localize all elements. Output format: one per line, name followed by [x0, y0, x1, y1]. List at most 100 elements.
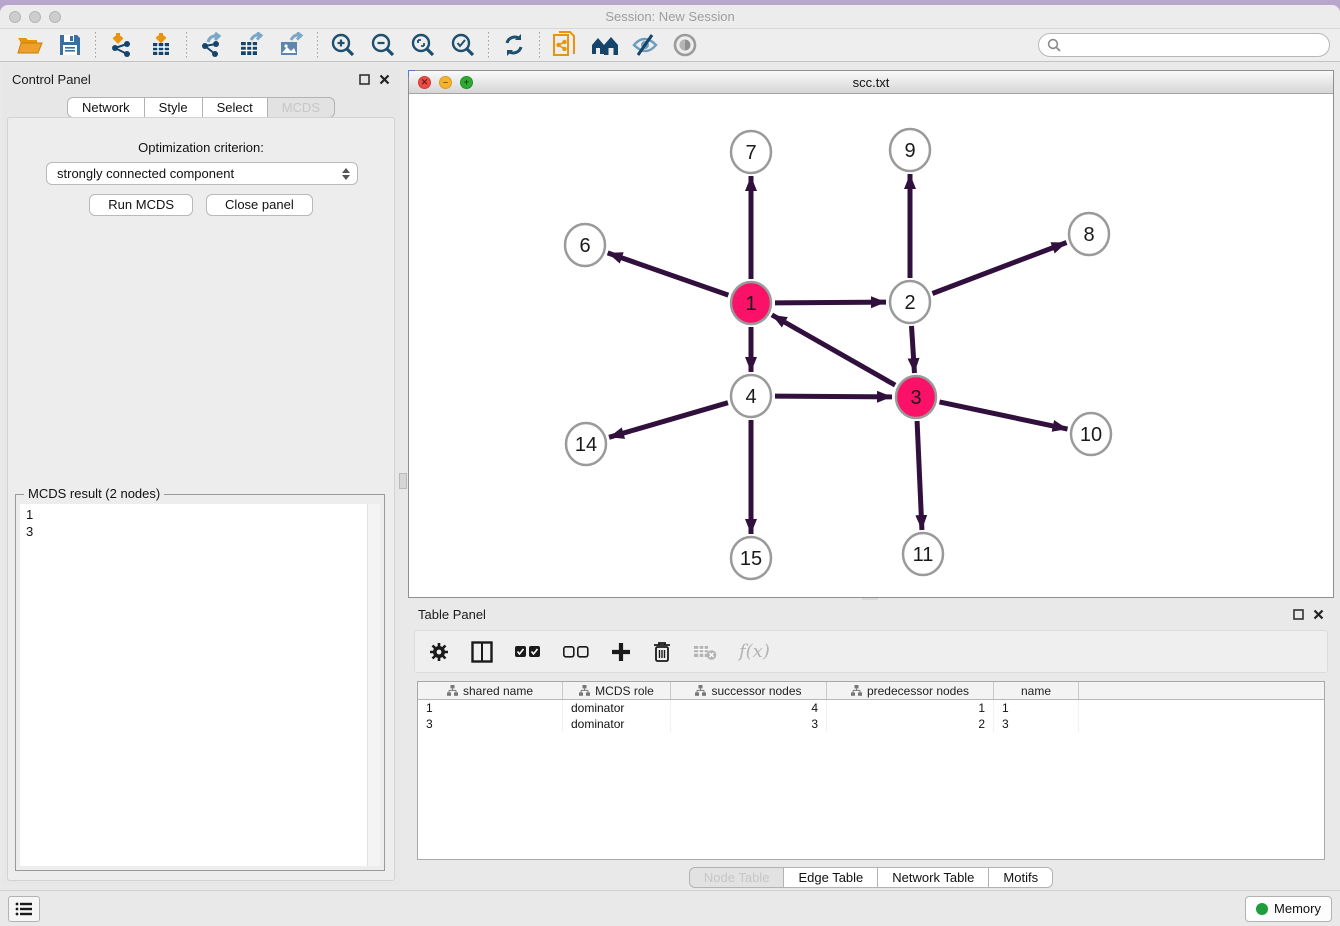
tab-select[interactable]: Select	[203, 97, 268, 118]
edge-2-3[interactable]	[912, 326, 915, 373]
graph-node-10[interactable]: 10	[1071, 413, 1111, 455]
graph-node-1[interactable]: 1	[731, 282, 771, 324]
svg-text:8: 8	[1083, 224, 1094, 246]
close-panel-button[interactable]: Close panel	[206, 194, 313, 216]
graph-node-11[interactable]: 11	[903, 533, 943, 575]
edge-1-6[interactable]	[608, 253, 729, 295]
tab-network-table[interactable]: Network Table	[878, 867, 989, 888]
tab-node-table[interactable]: Node Table	[689, 867, 785, 888]
import-table-button[interactable]	[141, 30, 181, 60]
add-icon[interactable]	[611, 642, 631, 662]
export-network-button[interactable]	[192, 30, 232, 60]
criterion-value: strongly connected component	[57, 166, 234, 181]
edge-2-8[interactable]	[932, 243, 1066, 294]
save-session-button[interactable]	[50, 30, 90, 60]
zoom-out-button[interactable]	[363, 30, 403, 60]
column-header-mcds-role[interactable]: MCDS role	[563, 682, 671, 699]
close-panel-icon[interactable]	[379, 74, 390, 85]
zoom-in-button[interactable]	[323, 30, 363, 60]
zoom-selected-button[interactable]	[443, 30, 483, 60]
float-table-panel-icon[interactable]	[1293, 609, 1304, 620]
network-window-titlebar[interactable]: scc.txt ✕ – +	[409, 71, 1333, 94]
cell-name[interactable]: 3	[994, 716, 1079, 732]
float-panel-icon[interactable]	[359, 74, 370, 85]
cell-name[interactable]: 1	[994, 700, 1079, 716]
memory-status-icon	[1256, 903, 1268, 915]
edge-3-10[interactable]	[939, 402, 1067, 429]
task-history-button[interactable]	[8, 896, 40, 922]
svg-text:3: 3	[910, 387, 921, 409]
open-session-button[interactable]	[10, 30, 50, 60]
select-all-icon[interactable]	[515, 646, 541, 658]
delete-trash-icon[interactable]	[653, 641, 671, 663]
graph-node-3[interactable]: 3	[896, 376, 936, 418]
import-table-icon	[148, 32, 174, 58]
column-header-successor-nodes[interactable]: successor nodes	[671, 682, 827, 699]
hide-details-button[interactable]	[625, 30, 665, 60]
tab-mcds[interactable]: MCDS	[268, 97, 335, 118]
table-row[interactable]: 3 dominator 3 2 3	[418, 716, 1324, 732]
graph-node-9[interactable]: 9	[890, 129, 930, 171]
refresh-button[interactable]	[494, 30, 534, 60]
result-scrollbar[interactable]	[367, 504, 380, 866]
zoom-fit-button[interactable]	[403, 30, 443, 60]
first-neighbors-button[interactable]	[585, 30, 625, 60]
column-header-shared-name[interactable]: shared name	[418, 682, 563, 699]
network-canvas[interactable]: 7 9 6 8 1 2 4 3 14 10 15 11	[409, 94, 1333, 597]
cell-mcds-role[interactable]: dominator	[563, 700, 671, 716]
clone-network-button[interactable]	[545, 30, 585, 60]
cell-mcds-role[interactable]: dominator	[563, 716, 671, 732]
column-header-predecessor-nodes[interactable]: predecessor nodes	[827, 682, 994, 699]
show-details-button[interactable]	[665, 30, 705, 60]
tab-network[interactable]: Network	[67, 97, 145, 118]
titlebar: Session: New Session	[0, 5, 1340, 28]
search-input[interactable]	[1038, 33, 1330, 57]
export-network-icon	[198, 32, 226, 58]
tab-style[interactable]: Style	[145, 97, 203, 118]
node-table[interactable]: shared name MCDS role successor nodes pr…	[417, 681, 1325, 860]
graph-node-7[interactable]: 7	[731, 131, 771, 173]
import-network-button[interactable]	[101, 30, 141, 60]
memory-button[interactable]: Memory	[1245, 896, 1332, 922]
run-mcds-button[interactable]: Run MCDS	[89, 194, 193, 216]
graph-node-6[interactable]: 6	[565, 224, 605, 266]
save-floppy-icon	[59, 34, 81, 56]
deselect-all-icon[interactable]	[563, 646, 589, 658]
cell-successor-nodes[interactable]: 3	[671, 716, 827, 732]
cell-shared-name[interactable]: 3	[418, 716, 563, 732]
tab-motifs[interactable]: Motifs	[989, 867, 1053, 888]
export-image-button[interactable]	[272, 30, 312, 60]
show-columns-icon[interactable]	[471, 641, 493, 663]
cell-predecessor-nodes[interactable]: 2	[827, 716, 994, 732]
table-settings-gear-icon[interactable]	[429, 642, 449, 662]
svg-text:9: 9	[904, 140, 915, 162]
cell-shared-name[interactable]: 1	[418, 700, 563, 716]
control-panel-tabs: Network Style Select MCDS	[2, 97, 400, 118]
app-window: Session: New Session	[0, 5, 1340, 926]
edge-1-2[interactable]	[775, 302, 886, 303]
table-row[interactable]: 1 dominator 4 1 1	[418, 700, 1324, 716]
memory-label: Memory	[1274, 901, 1321, 916]
delete-table-icon-disabled	[693, 643, 717, 661]
graph-node-8[interactable]: 8	[1069, 213, 1109, 255]
clone-network-icon	[552, 31, 578, 59]
edge-3-11[interactable]	[917, 421, 922, 530]
criterion-dropdown[interactable]: strongly connected component	[46, 162, 358, 185]
export-table-button[interactable]	[232, 30, 272, 60]
graph-node-15[interactable]: 15	[731, 537, 771, 579]
column-header-name[interactable]: name	[994, 682, 1079, 699]
graph-node-2[interactable]: 2	[890, 281, 930, 323]
graph-node-4[interactable]: 4	[731, 375, 771, 417]
cell-predecessor-nodes[interactable]: 1	[827, 700, 994, 716]
mcds-result-textarea[interactable]: 1 3	[20, 504, 380, 866]
graph-node-14[interactable]: 14	[566, 423, 606, 465]
close-table-panel-icon[interactable]	[1313, 609, 1324, 620]
window-title: Session: New Session	[0, 9, 1340, 24]
edge-4-14[interactable]	[609, 403, 728, 438]
edge-3-1[interactable]	[772, 315, 895, 385]
cell-successor-nodes[interactable]: 4	[671, 700, 827, 716]
tab-edge-table[interactable]: Edge Table	[784, 867, 878, 888]
toolbar-separator	[317, 32, 318, 58]
vertical-splitter-grip[interactable]	[399, 473, 407, 489]
edge-4-3[interactable]	[775, 396, 892, 397]
